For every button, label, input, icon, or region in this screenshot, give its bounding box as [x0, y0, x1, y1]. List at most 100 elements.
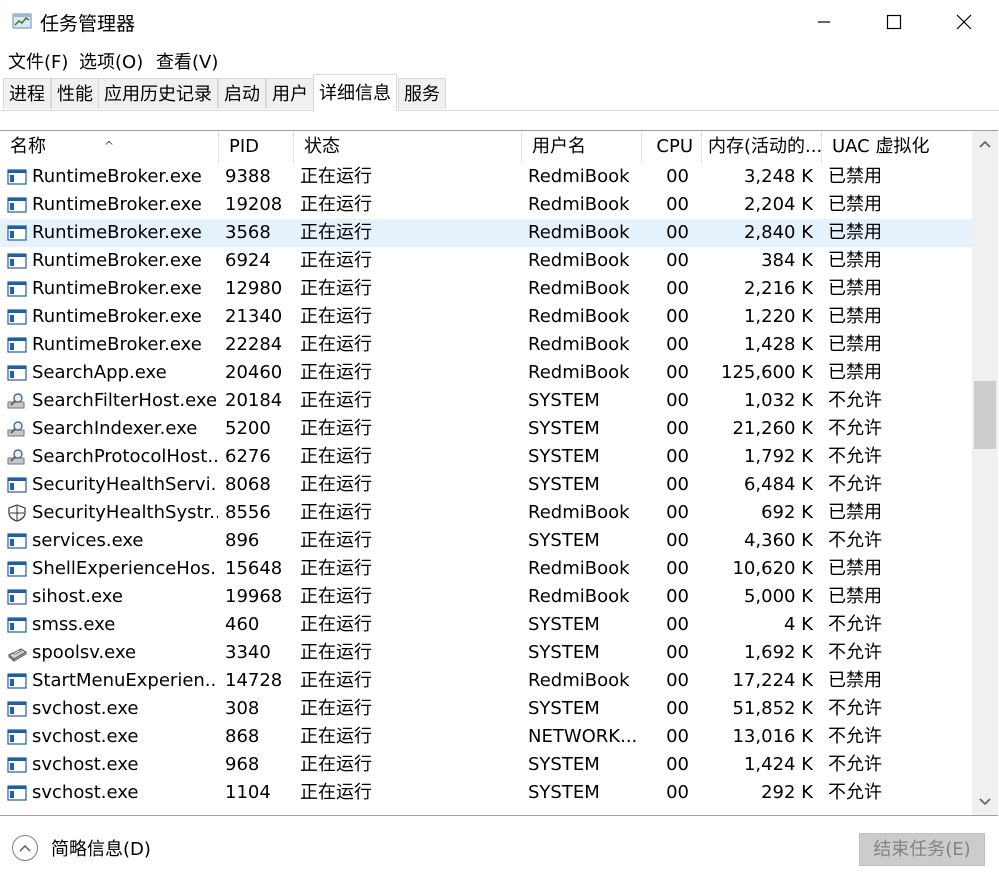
cell-uac: 已禁用: [828, 667, 968, 695]
end-task-button[interactable]: 结束任务(E): [859, 833, 985, 866]
table-row[interactable]: RuntimeBroker.exe6924正在运行RedmiBook00384 …: [0, 247, 972, 275]
cell-pid: 6924: [225, 247, 295, 275]
cell-status: 正在运行: [300, 779, 520, 807]
cell-pid: 19208: [225, 191, 295, 219]
window-app-icon: [7, 672, 27, 690]
cell-mem: 4,360 K: [702, 527, 813, 555]
content-top-band: [0, 111, 999, 129]
window-app-icon: [7, 616, 27, 634]
tab-processes[interactable]: 进程: [3, 78, 51, 109]
cell-uac: 不允许: [828, 723, 968, 751]
cell-cpu: 00: [642, 163, 689, 191]
cell-cpu: 00: [642, 583, 689, 611]
column-header-uac[interactable]: UAC 虚拟化: [822, 131, 972, 163]
table-row[interactable]: SecurityHealthSystr...8556正在运行RedmiBook0…: [0, 499, 972, 527]
cell-uac: 不允许: [828, 611, 968, 639]
close-button[interactable]: [929, 0, 999, 44]
cell-mem: 10,620 K: [702, 555, 813, 583]
cell-cpu: 00: [642, 303, 689, 331]
table-row[interactable]: svchost.exe308正在运行SYSTEM0051,852 K不允许: [0, 695, 972, 723]
table-row[interactable]: SearchApp.exe20460正在运行RedmiBook00125,600…: [0, 359, 972, 387]
maximize-button[interactable]: [859, 0, 929, 44]
table-row[interactable]: RuntimeBroker.exe22284正在运行RedmiBook001,4…: [0, 331, 972, 359]
cell-status: 正在运行: [300, 723, 520, 751]
cell-mem: 1,692 K: [702, 639, 813, 667]
column-header-status[interactable]: 状态: [294, 131, 522, 163]
cell-cpu: 00: [642, 331, 689, 359]
table-row[interactable]: sihost.exe19968正在运行RedmiBook005,000 K已禁用: [0, 583, 972, 611]
cell-mem: 6,484 K: [702, 471, 813, 499]
scroll-down-button[interactable]: [972, 791, 998, 813]
table-row[interactable]: RuntimeBroker.exe19208正在运行RedmiBook002,2…: [0, 191, 972, 219]
column-header-pid[interactable]: PID: [219, 131, 294, 163]
table-row[interactable]: RuntimeBroker.exe21340正在运行RedmiBook001,2…: [0, 303, 972, 331]
column-header-name[interactable]: 名称 ^: [0, 131, 219, 163]
cell-status: 正在运行: [300, 667, 520, 695]
minimize-button[interactable]: [789, 0, 859, 44]
table-row[interactable]: ShellExperienceHos...15648正在运行RedmiBook0…: [0, 555, 972, 583]
column-header-memory[interactable]: 内存(活动的...: [702, 131, 822, 163]
cell-pid: 308: [225, 695, 295, 723]
cell-name: RuntimeBroker.exe: [32, 247, 218, 275]
tab-users[interactable]: 用户: [266, 78, 314, 109]
table-row[interactable]: StartMenuExperien...14728正在运行RedmiBook00…: [0, 667, 972, 695]
table-row[interactable]: RuntimeBroker.exe9388正在运行RedmiBook003,24…: [0, 163, 972, 191]
scroll-thumb[interactable]: [974, 381, 996, 449]
cell-mem: 3,248 K: [702, 163, 813, 191]
tab-app-history[interactable]: 应用历史记录: [98, 78, 218, 109]
cell-pid: 12980: [225, 275, 295, 303]
cell-cpu: 00: [642, 415, 689, 443]
cell-cpu: 00: [642, 499, 689, 527]
column-header-cpu[interactable]: CPU: [642, 131, 702, 163]
table-row[interactable]: services.exe896正在运行SYSTEM004,360 K不允许: [0, 527, 972, 555]
cell-cpu: 00: [642, 359, 689, 387]
cell-pid: 3340: [225, 639, 295, 667]
tab-startup[interactable]: 启动: [218, 78, 266, 109]
cell-user: SYSTEM: [528, 695, 640, 723]
cell-cpu: 00: [642, 695, 689, 723]
table-row[interactable]: SearchFilterHost.exe20184正在运行SYSTEM001,0…: [0, 387, 972, 415]
table-row[interactable]: SearchProtocolHost...6276正在运行SYSTEM001,7…: [0, 443, 972, 471]
cell-mem: 2,204 K: [702, 191, 813, 219]
table-row[interactable]: spoolsv.exe3340正在运行SYSTEM001,692 K不允许: [0, 639, 972, 667]
table-row[interactable]: RuntimeBroker.exe12980正在运行RedmiBook002,2…: [0, 275, 972, 303]
tab-services[interactable]: 服务: [398, 78, 446, 109]
cell-uac: 不允许: [828, 779, 968, 807]
cell-status: 正在运行: [300, 443, 520, 471]
cell-pid: 1104: [225, 779, 295, 807]
cell-status: 正在运行: [300, 555, 520, 583]
fewer-details-button[interactable]: 简略信息(D): [12, 835, 151, 861]
menu-options[interactable]: 选项(O): [79, 48, 143, 74]
cell-pid: 20184: [225, 387, 295, 415]
cell-mem: 2,840 K: [702, 219, 813, 247]
table-row[interactable]: svchost.exe1104正在运行SYSTEM00292 K不允许: [0, 779, 972, 807]
cell-cpu: 00: [642, 247, 689, 275]
cell-cpu: 00: [642, 639, 689, 667]
cell-uac: 不允许: [828, 471, 968, 499]
cell-status: 正在运行: [300, 499, 520, 527]
cell-pid: 22284: [225, 331, 295, 359]
table-row[interactable]: SecurityHealthServi...8068正在运行SYSTEM006,…: [0, 471, 972, 499]
table-row[interactable]: SearchIndexer.exe5200正在运行SYSTEM0021,260 …: [0, 415, 972, 443]
column-header-user[interactable]: 用户名: [522, 131, 642, 163]
vertical-scrollbar[interactable]: [972, 131, 998, 815]
table-row[interactable]: svchost.exe968正在运行SYSTEM001,424 K不允许: [0, 751, 972, 779]
scroll-up-button[interactable]: [972, 133, 998, 155]
menu-file[interactable]: 文件(F): [8, 48, 68, 74]
window-app-icon: [7, 784, 27, 802]
search-indexer-icon: [7, 448, 27, 466]
table-row[interactable]: smss.exe460正在运行SYSTEM004 K不允许: [0, 611, 972, 639]
cell-pid: 868: [225, 723, 295, 751]
window-app-icon: [7, 168, 27, 186]
cell-pid: 968: [225, 751, 295, 779]
table-row[interactable]: svchost.exe868正在运行NETWORK...0013,016 K不允…: [0, 723, 972, 751]
tab-details[interactable]: 详细信息: [313, 74, 397, 111]
cell-name: svchost.exe: [32, 779, 218, 807]
cell-pid: 14728: [225, 667, 295, 695]
table-row[interactable]: RuntimeBroker.exe3568正在运行RedmiBook002,84…: [0, 219, 972, 247]
cell-uac: 已禁用: [828, 331, 968, 359]
cell-user: RedmiBook: [528, 219, 640, 247]
task-manager-icon: [12, 12, 32, 30]
menu-view[interactable]: 查看(V): [156, 48, 218, 74]
tab-performance[interactable]: 性能: [51, 78, 99, 109]
